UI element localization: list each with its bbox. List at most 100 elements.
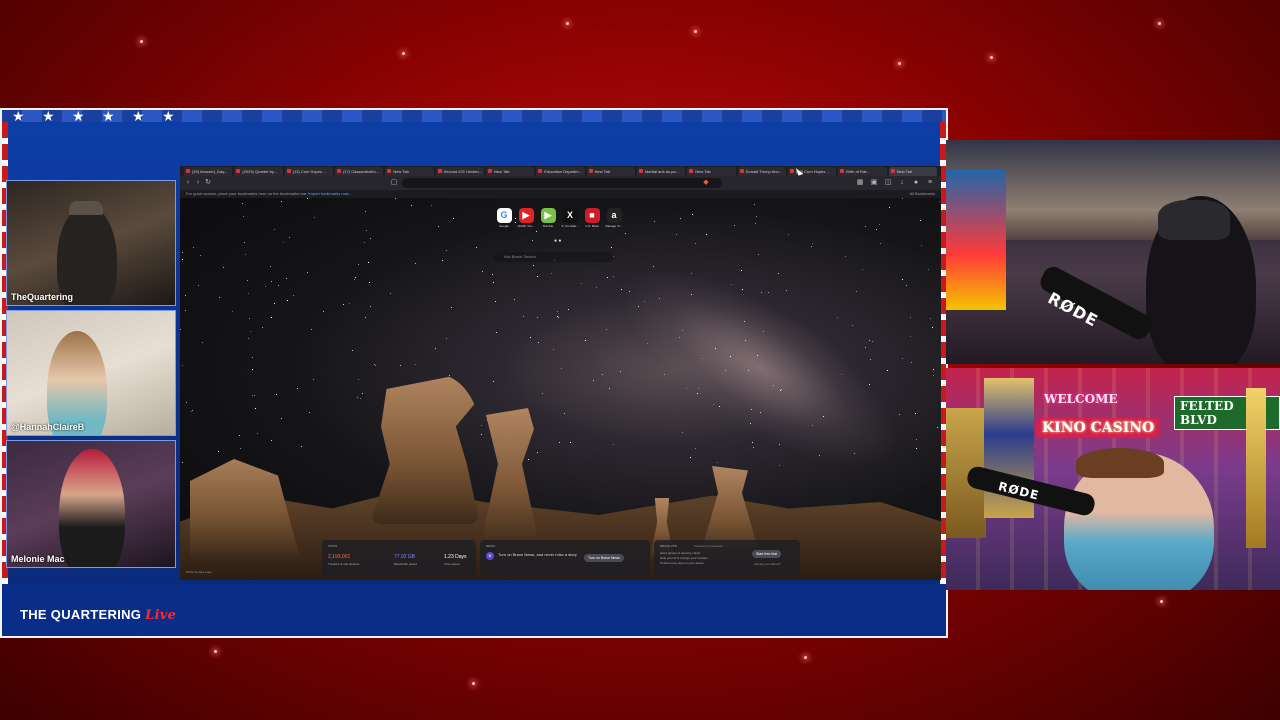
star bbox=[695, 448, 696, 449]
star bbox=[629, 291, 630, 292]
star bbox=[607, 277, 608, 278]
shortcut-amazon[interactable]: a Manage Yo... bbox=[605, 208, 623, 228]
already-purchased-link[interactable]: Already purchased? bbox=[754, 562, 781, 566]
star bbox=[493, 381, 494, 382]
turn-on-news-button[interactable]: Turn on Brave News bbox=[584, 554, 624, 562]
star bbox=[369, 282, 370, 283]
spark bbox=[1158, 22, 1161, 25]
widget-row: STATS 2,193,001 Trackers & ads blocked 7… bbox=[322, 540, 800, 580]
star bbox=[780, 390, 781, 391]
star bbox=[911, 362, 912, 363]
star bbox=[682, 330, 683, 331]
webcam-hannahclaireb: @HannahClaireB bbox=[6, 310, 176, 436]
bank-icon: ■ bbox=[584, 208, 600, 223]
star bbox=[751, 409, 752, 410]
star bbox=[357, 397, 358, 398]
star bbox=[368, 262, 369, 263]
shortcut-google[interactable]: G Google bbox=[496, 208, 512, 228]
star bbox=[880, 243, 881, 244]
sidebar-icon[interactable]: ◫ bbox=[884, 179, 892, 187]
flag-strip: ★ ★ ★ ★ ★ ★ bbox=[2, 108, 946, 124]
star bbox=[530, 337, 531, 338]
back-icon[interactable]: ‹ bbox=[184, 179, 192, 187]
star bbox=[271, 281, 272, 282]
star bbox=[289, 237, 290, 238]
bookmark-icon[interactable]: ▢ bbox=[390, 179, 398, 187]
shortcut-rumble[interactable]: ▶ Rumble bbox=[540, 208, 556, 228]
stream-overlay: ★ ★ ★ ★ ★ ★ THE QUARTERING Live TheQuart… bbox=[0, 0, 1280, 720]
browser-tab[interactable]: New Tab bbox=[485, 167, 535, 176]
browser-tab[interactable]: (19) Amused_Gay... bbox=[184, 167, 233, 176]
browser-tab[interactable]: Education Departm... bbox=[536, 167, 585, 176]
menu-icon[interactable]: ≡ bbox=[926, 179, 934, 187]
star bbox=[309, 412, 310, 413]
person-silhouette bbox=[47, 331, 107, 435]
star bbox=[192, 410, 193, 411]
news-title: NEWS bbox=[486, 544, 495, 548]
download-icon[interactable]: ↓ bbox=[898, 179, 906, 187]
import-bookmarks-link[interactable]: Import bookmarks now... bbox=[308, 191, 352, 196]
browser-tab[interactable]: New Tab bbox=[586, 167, 635, 176]
youtube-icon: ▶ bbox=[518, 208, 534, 223]
start-trial-button[interactable]: Start free trial bbox=[752, 550, 782, 558]
hoodoo-rock bbox=[370, 374, 480, 524]
news-text: Turn on Brave News, and never miss a sto… bbox=[498, 552, 577, 557]
star bbox=[493, 282, 494, 283]
address-bar[interactable] bbox=[402, 178, 722, 188]
star bbox=[760, 412, 761, 413]
vpn-point: Hide your IP & change your location bbox=[660, 556, 708, 560]
profile-icon[interactable]: ● bbox=[912, 179, 920, 187]
star bbox=[609, 388, 610, 389]
star bbox=[400, 365, 401, 366]
amazon-icon: a bbox=[606, 208, 622, 223]
star bbox=[182, 259, 183, 260]
all-bookmarks-button[interactable]: All Bookmarks bbox=[909, 190, 935, 198]
star bbox=[453, 218, 454, 219]
browser-tab[interactable]: Birth of Rat... bbox=[838, 167, 887, 176]
shortcut-usbank[interactable]: ■ U.S. Bank bbox=[584, 208, 600, 228]
browser-tab[interactable]: Martial arts as pa... bbox=[636, 167, 686, 176]
wallet-icon[interactable]: ▣ bbox=[870, 179, 878, 187]
browser-tab[interactable]: New Tab bbox=[687, 167, 736, 176]
cam-label: TheQuartering bbox=[11, 292, 74, 302]
star bbox=[265, 286, 266, 287]
webcam-right-bottom: WELCOME KINO CASINO FELTED BLVD RØDE bbox=[946, 368, 1280, 590]
star bbox=[750, 423, 751, 424]
star bbox=[621, 289, 622, 290]
browser-tab[interactable]: Donald Trump Ann... bbox=[737, 167, 786, 176]
brave-shields-icon[interactable]: ◆ bbox=[702, 179, 710, 187]
spark bbox=[694, 30, 697, 33]
browser-tab[interactable]: (13) Cum Hopes ... bbox=[284, 167, 333, 176]
browser-tab[interactable]: New Tab bbox=[385, 167, 434, 176]
star bbox=[654, 221, 655, 222]
forward-icon[interactable]: › bbox=[194, 179, 202, 187]
star bbox=[625, 233, 626, 234]
browser-tab[interactable]: Second ICE Uniden... bbox=[435, 167, 484, 176]
star bbox=[442, 260, 443, 261]
star bbox=[281, 418, 282, 419]
star bbox=[248, 338, 249, 339]
vpn-widget: BRAVE VPN Powered by Guardian Extra priv… bbox=[654, 540, 800, 576]
search-box[interactable]: Ask Brave Search bbox=[494, 252, 614, 262]
shortcut-x[interactable]: X X: It's what... bbox=[561, 208, 579, 228]
star bbox=[761, 292, 762, 293]
milky-way bbox=[592, 232, 928, 504]
reload-icon[interactable]: ↻ bbox=[204, 179, 212, 187]
star bbox=[691, 294, 692, 295]
browser-tab[interactable]: (2029) Quarter by... bbox=[234, 167, 283, 176]
shortcut-youtube[interactable]: ▶ (2029) You... bbox=[518, 208, 535, 228]
star bbox=[664, 374, 665, 375]
cam-label: Melonie Mac bbox=[11, 554, 65, 564]
star bbox=[360, 398, 361, 399]
star bbox=[781, 389, 782, 390]
browser-tab[interactable]: (17) CassandraHo... bbox=[334, 167, 384, 176]
star bbox=[533, 265, 534, 266]
star bbox=[754, 204, 755, 205]
browser-tab[interactable]: New Tab bbox=[888, 167, 937, 176]
webcam-thequartering: TheQuartering bbox=[6, 180, 176, 306]
star bbox=[933, 369, 934, 370]
extensions-icon[interactable]: ▦ bbox=[856, 179, 864, 187]
spark bbox=[804, 656, 807, 659]
star bbox=[495, 301, 496, 302]
shortcut-label: Manage Yo... bbox=[605, 224, 623, 228]
